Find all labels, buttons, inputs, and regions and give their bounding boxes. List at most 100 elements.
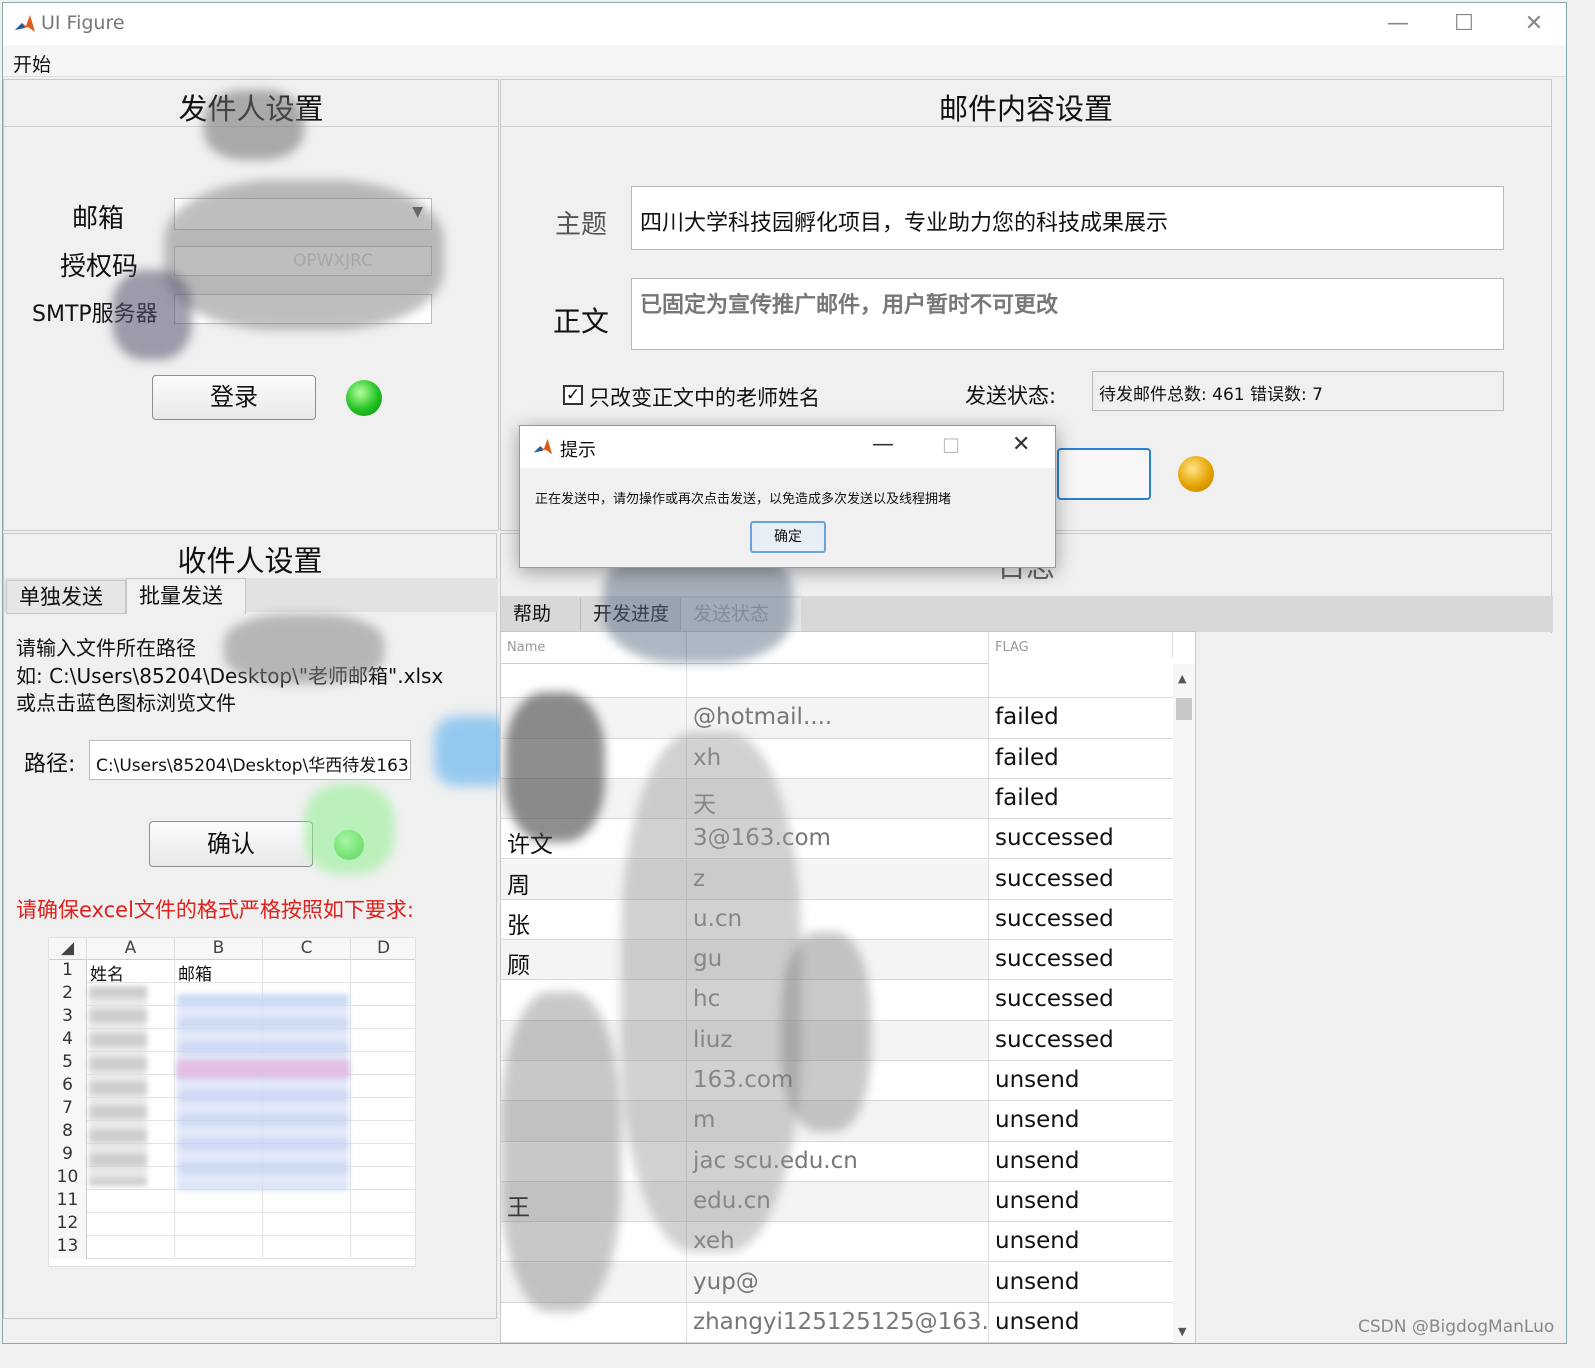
table-cell-name — [501, 698, 687, 738]
login-button[interactable]: 登录 — [152, 375, 316, 420]
excel-cell — [351, 1121, 415, 1144]
content-panel-title: 邮件内容设置 — [938, 92, 1113, 126]
instruction-line: 或点击蓝色图标浏览文件 — [16, 691, 236, 715]
table-row[interactable]: @hotmail.... failed — [501, 698, 1173, 739]
table-cell-name — [501, 1262, 687, 1302]
tab-dev-progress[interactable]: 开发进度 — [581, 598, 681, 632]
excel-cell: 姓名 — [87, 960, 175, 985]
dialog-maximize-button[interactable]: ☐ — [942, 434, 960, 458]
table-row[interactable]: hc successed — [501, 980, 1173, 1021]
excel-row-number: 3 — [49, 1006, 87, 1029]
close-button[interactable]: ✕ — [1516, 9, 1552, 39]
table-row[interactable]: 163.com unsend — [501, 1061, 1173, 1102]
smtp-input[interactable] — [174, 294, 432, 324]
table-row[interactable]: m unsend — [501, 1101, 1173, 1142]
table-cell-name: 顾 — [501, 940, 687, 980]
body-textarea[interactable]: 已固定为宣传推广邮件，用户暂时不可更改 — [631, 278, 1504, 350]
table-row[interactable]: 许文 3@163.com successed — [501, 819, 1173, 860]
table-row[interactable]: xeh unsend — [501, 1222, 1173, 1263]
excel-cell — [175, 1190, 263, 1213]
teacher-name-checkbox[interactable]: ✓ — [563, 385, 583, 405]
excel-cell — [351, 1098, 415, 1121]
dialog-minimize-button[interactable]: — — [872, 432, 894, 457]
table-scrollbar[interactable]: ▲ ▼ — [1173, 664, 1195, 1343]
table-row[interactable] — [501, 658, 1173, 699]
scroll-up-icon[interactable]: ▲ — [1178, 672, 1186, 685]
tab-help[interactable]: 帮助 — [501, 598, 581, 632]
send-status-label: 发送状态: — [965, 384, 1057, 408]
excel-cell — [263, 1190, 351, 1213]
table-cell-email: m — [687, 1101, 989, 1141]
excel-row-number: 9 — [49, 1144, 87, 1167]
sender-panel-title: 发件人设置 — [178, 92, 324, 126]
table-cell-flag: unsend — [989, 1262, 1173, 1302]
table-row[interactable]: xh failed — [501, 738, 1173, 779]
excel-cell — [351, 1144, 415, 1167]
scroll-thumb[interactable] — [1176, 698, 1192, 720]
confirm-status-lamp — [334, 830, 364, 860]
excel-cell — [263, 1236, 351, 1259]
table-cell-flag: successed — [989, 899, 1173, 940]
csdn-watermark: CSDN @BigdogManLuo — [1358, 1317, 1555, 1337]
table-cell-email: jac scu.edu.cn — [687, 1141, 989, 1181]
excel-cell — [263, 960, 351, 983]
body-label: 正文 — [553, 305, 610, 338]
tab-single-send[interactable]: 单独发送 — [6, 580, 126, 614]
table-cell-name — [501, 1141, 687, 1181]
subject-input[interactable]: 四川大学科技园孵化项目，专业助力您的科技成果展示 — [631, 186, 1504, 250]
excel-row-number: 6 — [49, 1075, 87, 1098]
excel-cell — [351, 1029, 415, 1052]
table-row[interactable]: 周 z successed — [501, 859, 1173, 900]
smtp-label: SMTP服务器 — [32, 302, 158, 327]
dialog-close-button[interactable]: ✕ — [1012, 432, 1030, 457]
excel-col-header: C — [263, 938, 351, 960]
excel-cell — [87, 1236, 175, 1259]
table-row[interactable]: 天 failed — [501, 778, 1173, 820]
table-cell-email: xh — [687, 738, 989, 778]
excel-row-number: 2 — [49, 983, 87, 1006]
instruction-line: 如: C:\Users\85204\Desktop\"老师邮箱".xlsx — [16, 664, 444, 688]
confirm-button[interactable]: 确认 — [149, 821, 313, 867]
table-cell-email: 3@163.com — [687, 819, 989, 859]
receiver-panel-title: 收件人设置 — [177, 544, 323, 578]
excel-col-header: A — [87, 938, 175, 960]
excel-corner: ◢ — [49, 938, 87, 960]
path-input[interactable]: C:\Users\85204\Desktop\华西待发1639 — [89, 740, 411, 780]
tab-batch-send[interactable]: 批量发送 — [126, 578, 246, 614]
send-button[interactable] — [1057, 448, 1151, 500]
table-row[interactable]: zhangyi125125125@163.... unsend — [501, 1302, 1173, 1343]
table-row[interactable]: yup@ unsend — [501, 1262, 1173, 1303]
excel-row-number: 10 — [49, 1167, 87, 1190]
tab-send-status[interactable]: 发送状态 — [681, 598, 801, 632]
excel-row-number: 5 — [49, 1052, 87, 1075]
subject-label: 主题 — [555, 210, 608, 240]
scroll-down-icon[interactable]: ▼ — [1178, 1325, 1186, 1338]
excel-cell — [351, 983, 415, 1006]
table-cell-flag — [989, 658, 1173, 698]
maximize-button[interactable]: ☐ — [1446, 9, 1482, 39]
table-row[interactable]: liuz successed — [501, 1020, 1173, 1061]
table-row[interactable]: 张 u.cn successed — [501, 899, 1173, 941]
excel-row: 11 — [49, 1190, 415, 1213]
table-cell-name — [501, 738, 687, 778]
divider — [501, 126, 1551, 127]
excel-cell — [351, 1190, 415, 1213]
menu-start[interactable]: 开始 — [13, 50, 51, 77]
matlab-icon — [532, 436, 554, 458]
dialog-ok-button[interactable]: 确定 — [750, 521, 826, 553]
table-cell-flag: successed — [989, 859, 1173, 899]
redaction-pixelated — [177, 1060, 349, 1078]
auth-code-input[interactable]: OPWXJRC — [174, 246, 432, 276]
table-row[interactable]: jac scu.edu.cn unsend — [501, 1141, 1173, 1182]
table-cell-email: liuz — [687, 1020, 989, 1060]
table-row[interactable]: 王 edu.cn unsend — [501, 1181, 1173, 1223]
login-status-lamp — [346, 380, 382, 416]
notice-dialog: 提示 — ☐ ✕ 正在发送中，请勿操作或再次点击发送，以免造成多次发送以及线程拥… — [519, 425, 1056, 568]
email-dropdown[interactable]: ▼ — [174, 198, 432, 230]
table-cell-flag: successed — [989, 819, 1173, 859]
table-row[interactable]: 顾 gu successed — [501, 940, 1173, 981]
minimize-button[interactable]: — — [1380, 9, 1416, 39]
table-cell-email — [687, 658, 989, 698]
excel-cell — [87, 1190, 175, 1213]
excel-cell — [87, 1213, 175, 1236]
